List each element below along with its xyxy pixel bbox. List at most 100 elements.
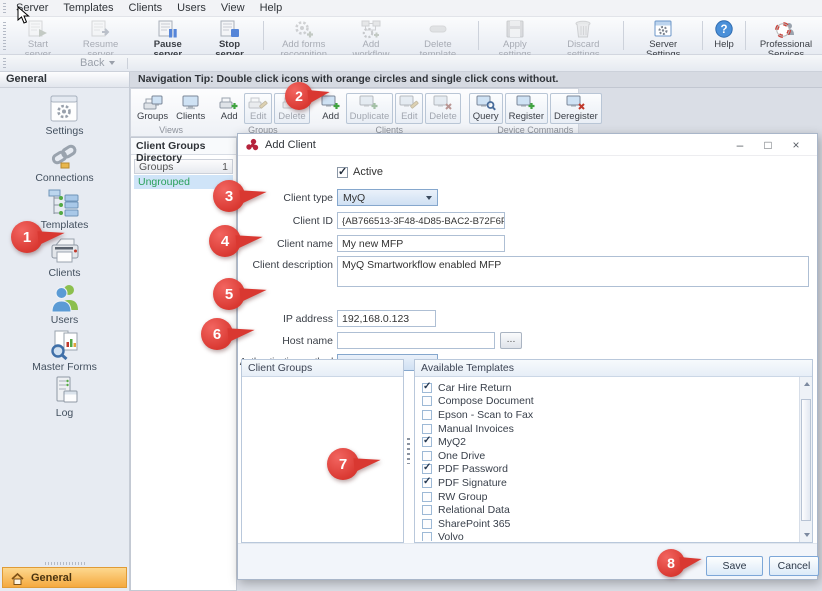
scroll-up-icon[interactable] [804,382,810,386]
client-groups-panel: Client Groups [241,359,404,543]
menubar-grip[interactable] [3,3,6,14]
scroll-down-icon[interactable] [804,533,810,537]
template-row[interactable]: MyQ2 [422,435,798,449]
menu-help[interactable]: Help [260,2,283,14]
template-row[interactable]: Relational Data [422,503,798,517]
toolbar-separator [623,21,624,50]
client-type-select[interactable]: MyQ [337,189,438,206]
sidebar-footer-general[interactable]: General [2,567,127,588]
sidebar-item-log[interactable]: Log [48,376,82,423]
active-checkbox[interactable] [337,167,348,178]
template-checkbox[interactable] [422,451,432,461]
template-checkbox[interactable] [422,478,432,488]
professional-services-button[interactable]: Professional Services [750,17,822,54]
panel-splitter[interactable] [404,359,412,543]
maximize-button[interactable]: □ [754,135,782,155]
add-forms-recognition-button[interactable]: Add forms recognition [268,17,340,54]
template-row[interactable]: RW Group [422,490,798,504]
template-row[interactable]: Manual Invoices [422,422,798,436]
scrollbar-thumb[interactable] [801,399,811,521]
stop-server-button[interactable]: Stop server [200,17,259,54]
groups-column-header[interactable]: Groups 1 [134,159,233,174]
sidebar-item-settings[interactable]: Settings [46,94,84,141]
template-row[interactable]: One Drive [422,449,798,463]
add-workflow-button[interactable]: Add workflow [340,17,402,54]
template-row[interactable]: PDF Signature [422,476,798,490]
delete-template-button[interactable]: Delete template [402,17,473,54]
help-button[interactable]: ? Help [707,17,741,54]
template-checkbox[interactable] [422,424,432,434]
template-checkbox[interactable] [422,396,432,406]
menu-view[interactable]: View [221,2,245,14]
workflow-icon [360,19,382,39]
client-groups-panel-title: Client Groups [242,360,403,377]
menu-templates[interactable]: Templates [63,2,113,14]
toolbar-separator [263,21,264,50]
save-button[interactable]: Save [706,556,763,576]
template-checkbox[interactable] [422,505,432,515]
apply-settings-icon [504,19,526,39]
clients-view-button[interactable]: Clients [173,94,208,123]
clients-ribbon: Groups Clients Views Add Edit [130,88,579,137]
client-edit-icon [399,95,419,111]
apply-settings-button[interactable]: Apply settings [483,17,548,54]
deregister-button[interactable]: Deregister [550,93,602,124]
active-label: Active [353,166,383,178]
template-checkbox[interactable] [422,532,432,541]
client-id-field[interactable]: {AB766513-3F48-4D85-BAC2-B72F6F680053} [337,212,505,229]
sidebar-item-templates[interactable]: Templates [41,188,89,235]
template-checkbox[interactable] [422,410,432,420]
dialog-titlebar[interactable]: Add Client – □ × [238,134,817,156]
resume-server-button[interactable]: Resume server [66,17,136,54]
discard-settings-button[interactable]: Discard settings [547,17,619,54]
client-duplicate-icon [359,95,379,111]
client-edit-button[interactable]: Edit [395,93,423,124]
register-button[interactable]: Register [505,93,548,124]
template-row[interactable]: Compose Document [422,395,798,409]
server-start-icon [27,19,49,39]
client-delete-button[interactable]: Delete [425,93,460,124]
pause-server-button[interactable]: Pause server [135,17,200,54]
template-checkbox[interactable] [422,437,432,447]
ip-address-field[interactable]: 192,168.0.123 [337,310,436,327]
template-row[interactable]: SharePoint 365 [422,517,798,531]
template-checkbox[interactable] [422,383,432,393]
ip-address-label: IP address [238,313,333,325]
host-name-browse-button[interactable]: ... [500,332,522,349]
group-add-icon [219,95,239,111]
toolbar-grip[interactable] [3,22,6,50]
template-checkbox[interactable] [422,492,432,502]
cancel-button[interactable]: Cancel [769,556,819,576]
back-button[interactable]: Back [80,57,115,69]
sidebar: General Settings Connections Templates C… [0,72,130,591]
active-checkbox-row[interactable]: Active [337,166,383,178]
menu-users[interactable]: Users [177,2,206,14]
template-row[interactable]: Car Hire Return [422,381,798,395]
template-row[interactable]: Epson - Scan to Fax [422,408,798,422]
backbar-grip[interactable] [3,58,6,69]
groups-count: 1 [222,161,228,173]
minimize-button[interactable]: – [726,135,754,155]
sidebar-item-users[interactable]: Users [48,282,82,329]
template-checkbox[interactable] [422,464,432,474]
groups-view-button[interactable]: Groups [134,94,171,123]
client-duplicate-button[interactable]: Duplicate [346,93,394,124]
client-name-field[interactable]: My new MFP [337,235,505,252]
menu-clients[interactable]: Clients [129,2,163,14]
group-add-button[interactable]: Add [216,94,242,123]
sidebar-item-master-forms[interactable]: Master Forms [32,329,97,376]
templates-scrollbar[interactable] [799,377,812,542]
query-button[interactable]: Query [469,93,503,124]
template-checkbox[interactable] [422,519,432,529]
client-description-field[interactable]: MyQ Smartworkflow enabled MFP [337,256,809,287]
template-row[interactable]: Volvo [422,531,798,541]
host-name-field[interactable] [337,332,495,349]
close-button[interactable]: × [782,135,810,155]
step-annotation-7: 7 [327,448,359,480]
sidebar-grip[interactable] [45,562,85,565]
group-edit-button[interactable]: Edit [244,93,272,124]
template-row[interactable]: PDF Password [422,463,798,477]
sidebar-item-connections[interactable]: Connections [35,141,93,188]
svg-text:?: ? [721,24,728,36]
server-settings-button[interactable]: Server Settings [628,17,698,54]
